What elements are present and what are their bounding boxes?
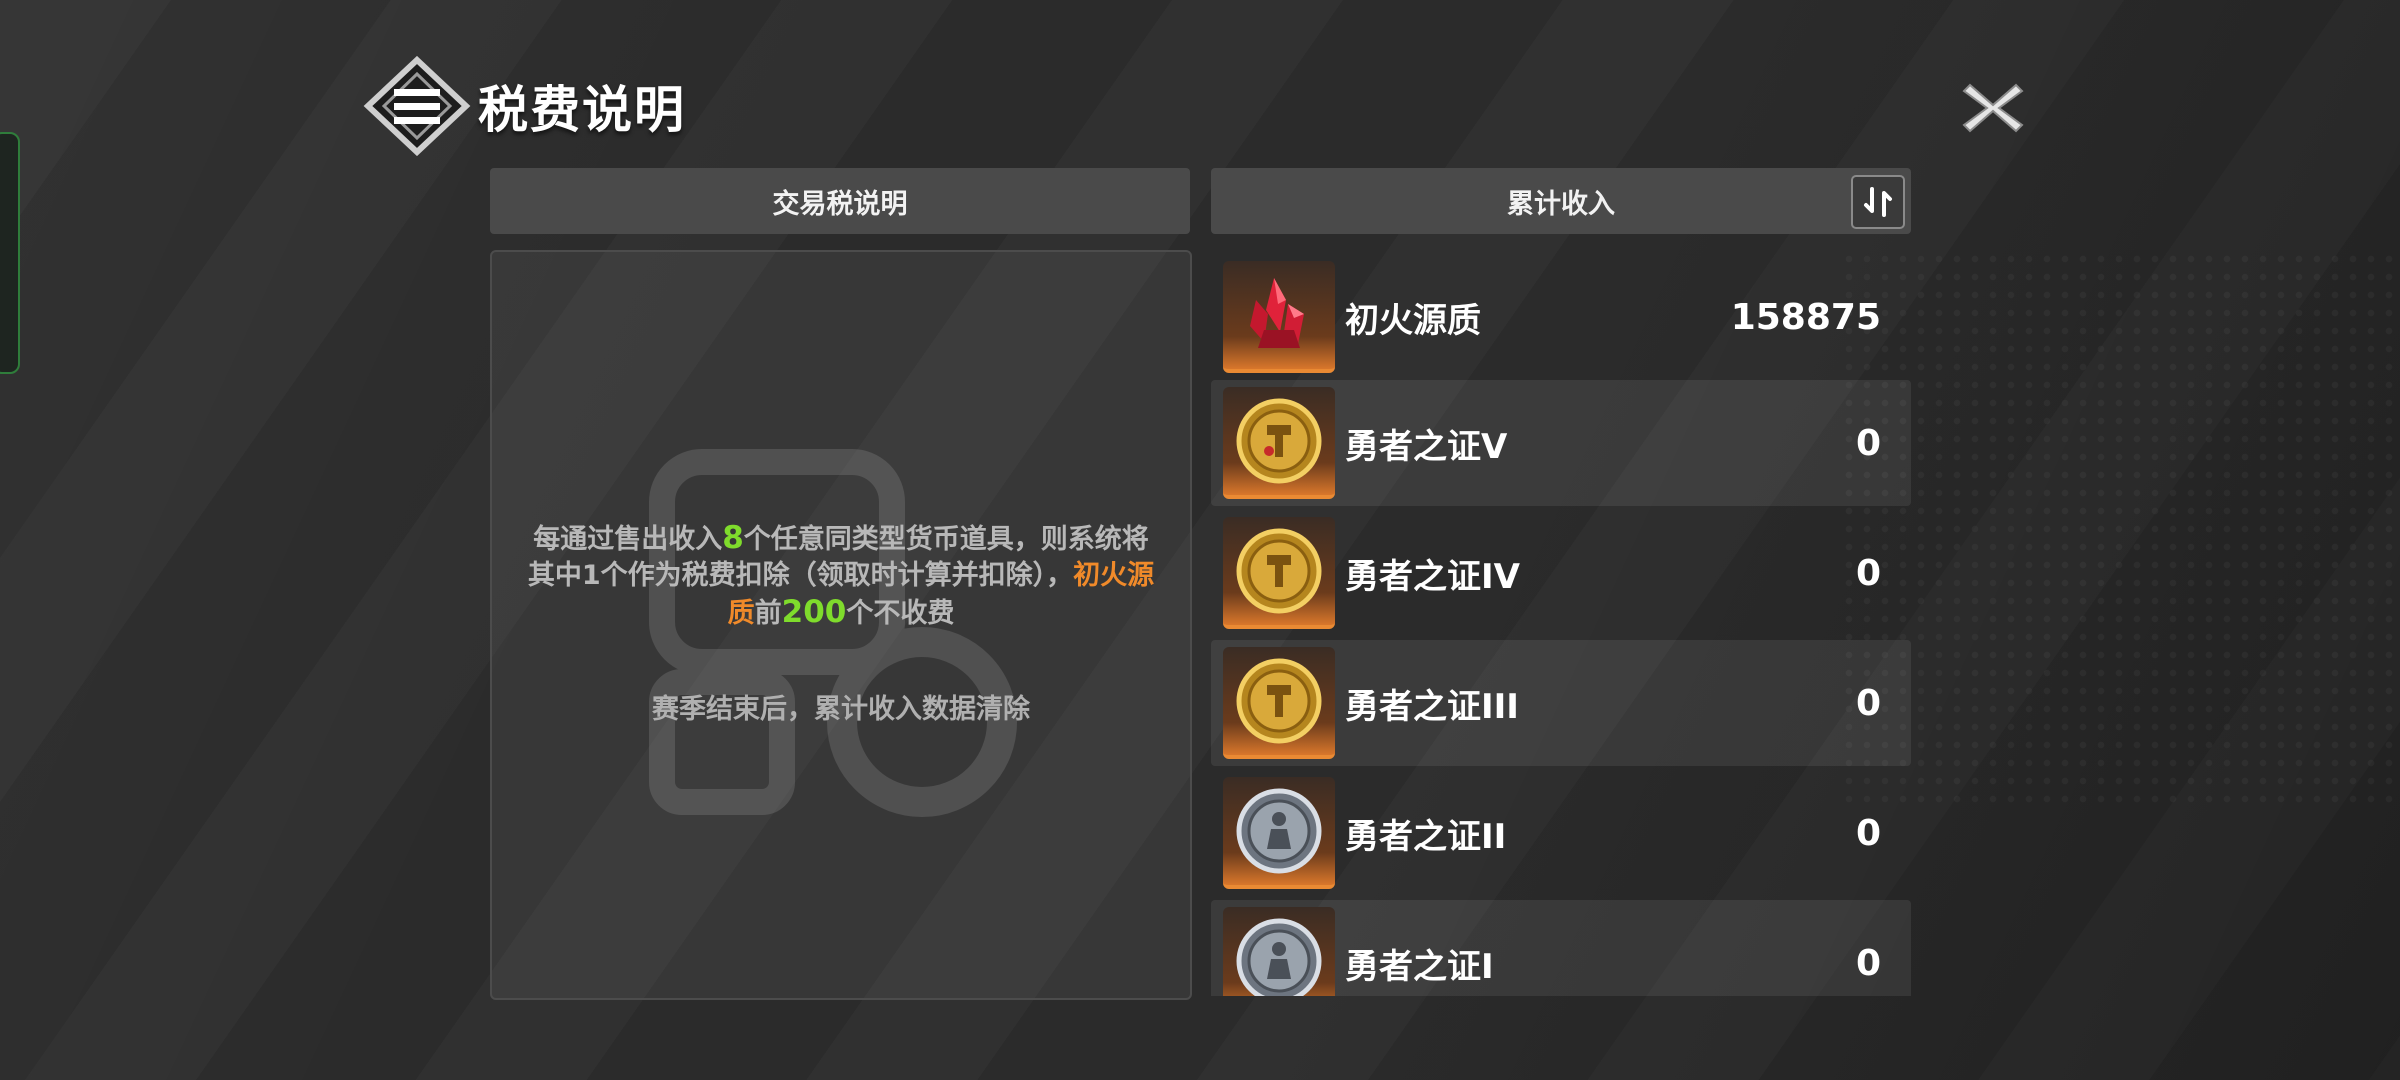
sort-arrows-icon xyxy=(1864,187,1892,217)
item-icon-tile xyxy=(1223,387,1335,499)
list-item[interactable]: 勇者之证IV 0 xyxy=(1211,510,1911,636)
tax-info-header-label: 交易税说明 xyxy=(772,188,908,220)
item-name: 勇者之证I xyxy=(1345,946,1494,987)
item-name: 勇者之证V xyxy=(1345,426,1508,467)
list-item[interactable]: 初火源质 158875 xyxy=(1211,254,1911,380)
item-value: 0 xyxy=(1855,942,1881,984)
tax-rule-text: 每通过售出收入8个任意同类型货币道具，则系统将其中1个作为税费扣除（领取时计算并… xyxy=(522,520,1160,632)
item-name: 勇者之证III xyxy=(1345,686,1519,727)
gold-medal-icon xyxy=(1236,658,1322,744)
list-item[interactable]: 勇者之证V 0 xyxy=(1211,380,1911,506)
income-header-label: 累计收入 xyxy=(1507,188,1615,220)
tax-info-header: 交易税说明 xyxy=(490,168,1190,234)
item-icon-tile xyxy=(1223,777,1335,889)
item-value: 0 xyxy=(1855,812,1881,854)
gold-medal-icon xyxy=(1236,528,1322,614)
silver-medal-icon xyxy=(1236,788,1322,874)
gold-medal-icon xyxy=(1236,398,1322,484)
item-value: 0 xyxy=(1855,682,1881,724)
page-title: 税费说明 xyxy=(478,81,686,139)
item-value: 0 xyxy=(1855,552,1881,594)
list-item[interactable]: 勇者之证III 0 xyxy=(1211,640,1911,766)
tax-rule-part1: 每通过售出收入 xyxy=(533,524,723,555)
season-reset-note: 赛季结束后，累计收入数据清除 xyxy=(652,694,1030,725)
item-icon-tile xyxy=(1223,647,1335,759)
silver-medal-icon xyxy=(1236,918,1322,996)
background-dot-pattern xyxy=(1840,250,2400,810)
tax-rule-part3: 前 xyxy=(754,598,782,629)
item-name: 勇者之证IV xyxy=(1345,556,1520,597)
page-header: 税费说明 xyxy=(362,56,686,156)
tax-rule-count: 8 xyxy=(722,520,744,556)
tax-description-box: 每通过售出收入8个任意同类型货币道具，则系统将其中1个作为税费扣除（领取时计算并… xyxy=(490,250,1192,1000)
item-value: 0 xyxy=(1855,422,1881,464)
list-item[interactable]: 勇者之证I 0 xyxy=(1211,900,1911,996)
item-name: 勇者之证II xyxy=(1345,816,1507,857)
item-icon-tile xyxy=(1223,907,1335,996)
sort-button[interactable] xyxy=(1851,175,1905,229)
tax-rule-free-count: 200 xyxy=(781,594,847,630)
income-list[interactable]: 初火源质 158875 勇者之证V 0 勇者之证IV 0 勇者之证III 0 勇… xyxy=(1211,250,1911,996)
income-header: 累计收入 xyxy=(1211,168,1911,234)
red-crystal-icon xyxy=(1250,278,1304,348)
close-button[interactable] xyxy=(1958,78,2028,138)
menu-logo-icon xyxy=(363,56,471,156)
item-name: 初火源质 xyxy=(1345,300,1481,341)
item-value: 158875 xyxy=(1730,296,1881,338)
side-tab-edge[interactable] xyxy=(0,132,20,374)
close-icon xyxy=(1962,83,2024,133)
list-item[interactable]: 勇者之证II 0 xyxy=(1211,770,1911,896)
watermark-emblem-icon xyxy=(649,449,1017,817)
item-icon-tile xyxy=(1223,517,1335,629)
tax-rule-part4: 个不收费 xyxy=(846,598,955,629)
item-icon-tile xyxy=(1223,261,1335,373)
